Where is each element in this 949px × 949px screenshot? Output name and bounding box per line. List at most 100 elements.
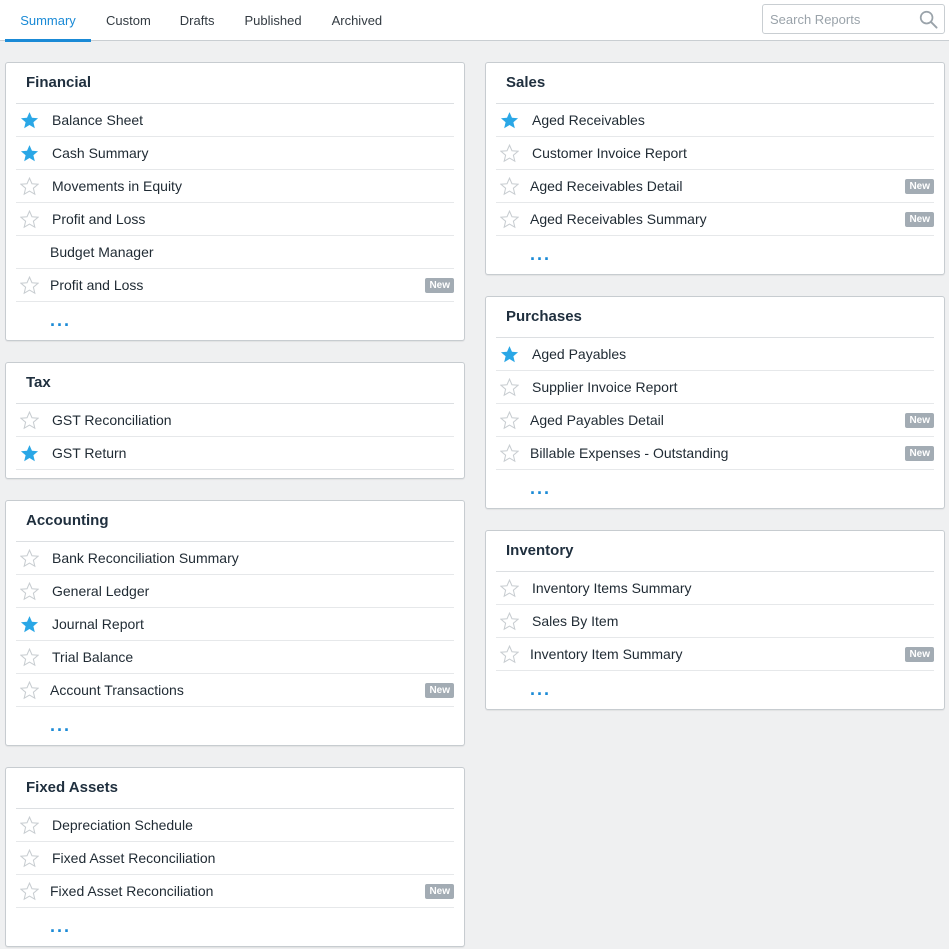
section-tax: Tax GST Reconciliation GST Return: [5, 362, 465, 479]
star-outline-icon[interactable]: [20, 582, 39, 601]
section-title: Purchases: [506, 308, 582, 325]
star-outline-icon[interactable]: [500, 579, 519, 598]
star-outline-icon[interactable]: [20, 177, 39, 196]
report-row: Aged Payables: [496, 338, 934, 371]
report-link[interactable]: Supplier Invoice Report: [532, 379, 678, 395]
more-row: ...: [16, 908, 454, 946]
star-outline-icon[interactable]: [500, 444, 519, 463]
report-list: Depreciation Schedule Fixed Asset Reconci…: [16, 809, 454, 946]
star-outline-icon[interactable]: [500, 612, 519, 631]
section-title: Fixed Assets: [26, 779, 118, 796]
star-outline-icon[interactable]: [20, 882, 39, 901]
section-title: Tax: [26, 374, 51, 391]
report-list: Inventory Items Summary Sales By Item Inve…: [496, 572, 934, 709]
top-bar: Summary Custom Drafts Published Archived: [0, 0, 949, 42]
star-outline-icon[interactable]: [500, 177, 519, 196]
report-row: Bank Reconciliation Summary: [16, 542, 454, 575]
report-row: Fixed Asset Reconciliation: [16, 842, 454, 875]
report-link[interactable]: GST Reconciliation: [52, 412, 172, 428]
search-icon[interactable]: [919, 10, 938, 29]
section-accounting: Accounting Bank Reconciliation Summary Gen…: [5, 500, 465, 746]
tab-custom[interactable]: Custom: [91, 0, 165, 41]
report-row: Balance Sheet: [16, 104, 454, 137]
report-row: Budget Manager: [16, 236, 454, 269]
search-input[interactable]: [763, 5, 913, 33]
star-outline-icon[interactable]: [20, 276, 39, 295]
new-badge: New: [425, 278, 454, 293]
star-filled-icon[interactable]: [20, 111, 39, 130]
star-filled-icon[interactable]: [500, 111, 519, 130]
report-link[interactable]: Inventory Item Summary: [530, 646, 683, 662]
star-outline-icon[interactable]: [500, 144, 519, 163]
report-link[interactable]: Budget Manager: [50, 244, 154, 260]
report-row: Aged Payables Detail New: [496, 404, 934, 437]
more-reports-link[interactable]: ...: [530, 245, 551, 263]
report-row: Inventory Item Summary New: [496, 638, 934, 671]
more-reports-link[interactable]: ...: [530, 680, 551, 698]
report-link[interactable]: Profit and Loss: [50, 277, 143, 293]
report-list: Balance Sheet Cash Summary Movements in Eq…: [16, 104, 454, 340]
report-link[interactable]: Depreciation Schedule: [52, 817, 193, 833]
more-reports-link[interactable]: ...: [530, 479, 551, 497]
report-row: Journal Report: [16, 608, 454, 641]
section-title: Accounting: [26, 512, 109, 529]
report-link[interactable]: Aged Receivables Detail: [530, 178, 683, 194]
section-sales: Sales Aged Receivables Customer Invoice Re…: [485, 62, 945, 275]
tab-drafts[interactable]: Drafts: [165, 0, 230, 41]
more-row: ...: [496, 236, 934, 274]
report-link[interactable]: Profit and Loss: [52, 211, 145, 227]
report-link[interactable]: Journal Report: [52, 616, 144, 632]
report-link[interactable]: GST Return: [52, 445, 126, 461]
section-inventory: Inventory Inventory Items Summary Sales By…: [485, 530, 945, 710]
star-outline-icon[interactable]: [500, 210, 519, 229]
report-link[interactable]: Movements in Equity: [52, 178, 182, 194]
tab-published[interactable]: Published: [229, 0, 316, 41]
star-filled-icon[interactable]: [20, 444, 39, 463]
tab-summary[interactable]: Summary: [5, 0, 91, 42]
star-outline-icon[interactable]: [20, 411, 39, 430]
new-badge: New: [905, 446, 934, 461]
star-outline-icon[interactable]: [20, 210, 39, 229]
star-filled-icon[interactable]: [500, 345, 519, 364]
report-link[interactable]: Cash Summary: [52, 145, 148, 161]
report-link[interactable]: General Ledger: [52, 583, 149, 599]
report-row: Movements in Equity: [16, 170, 454, 203]
tab-archived[interactable]: Archived: [317, 0, 398, 41]
star-outline-icon[interactable]: [20, 648, 39, 667]
star-outline-icon[interactable]: [500, 378, 519, 397]
report-link[interactable]: Billable Expenses - Outstanding: [530, 445, 728, 461]
report-row: Depreciation Schedule: [16, 809, 454, 842]
report-link[interactable]: Fixed Asset Reconciliation: [50, 883, 213, 899]
report-link[interactable]: Balance Sheet: [52, 112, 143, 128]
star-outline-icon[interactable]: [20, 816, 39, 835]
star-outline-icon[interactable]: [500, 645, 519, 664]
report-row: Sales By Item: [496, 605, 934, 638]
search-box: [762, 4, 945, 34]
report-link[interactable]: Account Transactions: [50, 682, 184, 698]
new-badge: New: [425, 884, 454, 899]
report-link[interactable]: Aged Payables: [532, 346, 626, 362]
star-outline-icon[interactable]: [500, 411, 519, 430]
report-link[interactable]: Trial Balance: [52, 649, 133, 665]
section-title: Sales: [506, 74, 546, 91]
star-filled-icon[interactable]: [20, 615, 39, 634]
report-link[interactable]: Sales By Item: [532, 613, 618, 629]
report-link[interactable]: Aged Receivables: [532, 112, 645, 128]
star-outline-icon[interactable]: [20, 849, 39, 868]
report-link[interactable]: Customer Invoice Report: [532, 145, 687, 161]
star-outline-icon[interactable]: [20, 549, 39, 568]
more-row: ...: [16, 707, 454, 745]
more-reports-link[interactable]: ...: [50, 716, 71, 734]
more-reports-link[interactable]: ...: [50, 311, 71, 329]
report-link[interactable]: Aged Receivables Summary: [530, 211, 707, 227]
report-link[interactable]: Fixed Asset Reconciliation: [52, 850, 215, 866]
more-reports-link[interactable]: ...: [50, 917, 71, 935]
report-row: Fixed Asset Reconciliation New: [16, 875, 454, 908]
star-filled-icon[interactable]: [20, 144, 39, 163]
section-title: Inventory: [506, 542, 574, 559]
report-link[interactable]: Aged Payables Detail: [530, 412, 664, 428]
star-outline-icon[interactable]: [20, 681, 39, 700]
report-link[interactable]: Inventory Items Summary: [532, 580, 692, 596]
report-row: Customer Invoice Report: [496, 137, 934, 170]
report-link[interactable]: Bank Reconciliation Summary: [52, 550, 239, 566]
